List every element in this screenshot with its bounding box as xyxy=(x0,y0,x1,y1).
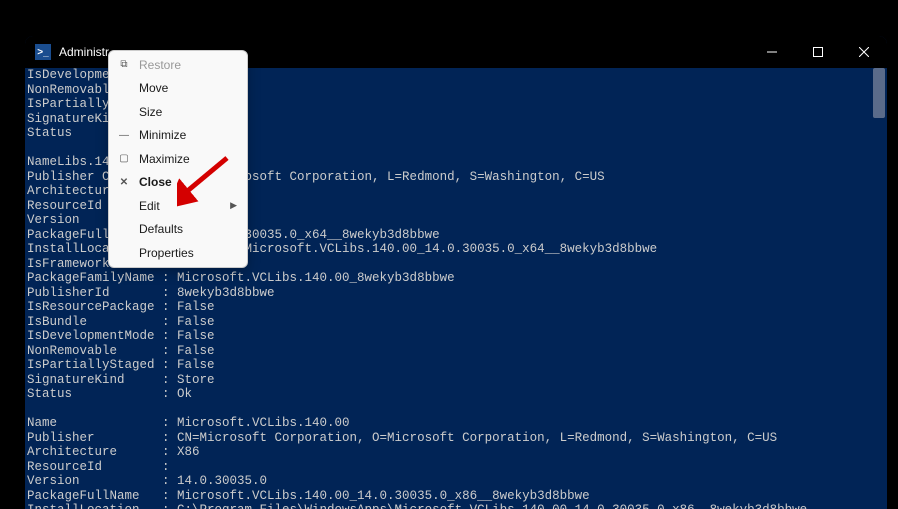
output-line: PackageFullName : Microsoft.VCLibs.140.0… xyxy=(27,489,887,504)
menu-label: Defaults xyxy=(139,222,237,236)
scrollbar-thumb[interactable] xyxy=(873,68,885,118)
menu-label: Properties xyxy=(139,246,237,260)
window-controls xyxy=(749,36,887,68)
output-line: PackageFamilyName : Microsoft.VCLibs.140… xyxy=(27,271,887,286)
menu-properties[interactable]: Properties xyxy=(109,241,247,265)
menu-label: Size xyxy=(139,105,237,119)
output-line: PublisherId : 8wekyb3d8bbwe xyxy=(27,286,887,301)
close-icon xyxy=(859,47,869,57)
output-line: Status : Ok xyxy=(27,387,887,402)
minimize-icon: — xyxy=(115,130,133,141)
menu-label: Minimize xyxy=(139,128,237,142)
minimize-button[interactable] xyxy=(749,36,795,68)
output-blank xyxy=(27,402,887,417)
menu-restore: ⧉ Restore xyxy=(109,53,247,77)
minimize-icon xyxy=(767,47,777,57)
close-icon: ✕ xyxy=(115,177,133,188)
output-line: Name : Microsoft.VCLibs.140.00 xyxy=(27,416,887,431)
menu-minimize[interactable]: — Minimize xyxy=(109,124,247,148)
maximize-icon xyxy=(813,47,823,57)
menu-label: Edit xyxy=(139,199,230,213)
output-line: IsResourcePackage : False xyxy=(27,300,887,315)
powershell-icon[interactable]: >_ xyxy=(35,44,51,60)
maximize-button[interactable] xyxy=(795,36,841,68)
output-line: IsBundle : False xyxy=(27,315,887,330)
output-line: Publisher : CN=Microsoft Corporation, O=… xyxy=(27,431,887,446)
restore-icon: ⧉ xyxy=(115,59,133,70)
scrollbar[interactable] xyxy=(871,68,887,509)
menu-label: Restore xyxy=(139,58,237,72)
close-button[interactable] xyxy=(841,36,887,68)
menu-size[interactable]: Size xyxy=(109,100,247,124)
system-context-menu: ⧉ Restore Move Size — Minimize ▢ Maximiz… xyxy=(108,50,248,268)
menu-maximize[interactable]: ▢ Maximize xyxy=(109,147,247,171)
output-line: ResourceId : xyxy=(27,460,887,475)
submenu-arrow-icon: ▶ xyxy=(230,200,237,211)
output-line: SignatureKind : Store xyxy=(27,373,887,388)
menu-defaults[interactable]: Defaults xyxy=(109,218,247,242)
output-line: NonRemovable : False xyxy=(27,344,887,359)
maximize-icon: ▢ xyxy=(115,153,133,164)
menu-move[interactable]: Move xyxy=(109,77,247,101)
menu-close[interactable]: ✕ Close xyxy=(109,171,247,195)
menu-edit[interactable]: Edit ▶ xyxy=(109,194,247,218)
output-line: IsPartiallyStaged : False xyxy=(27,358,887,373)
menu-label: Move xyxy=(139,81,237,95)
output-line: IsDevelopmentMode : False xyxy=(27,329,887,344)
output-line: InstallLocation : C:\Program Files\Windo… xyxy=(27,503,887,509)
output-line: Architecture : X86 xyxy=(27,445,887,460)
menu-label: Close xyxy=(139,175,237,189)
output-line: Version : 14.0.30035.0 xyxy=(27,474,887,489)
menu-label: Maximize xyxy=(139,152,237,166)
